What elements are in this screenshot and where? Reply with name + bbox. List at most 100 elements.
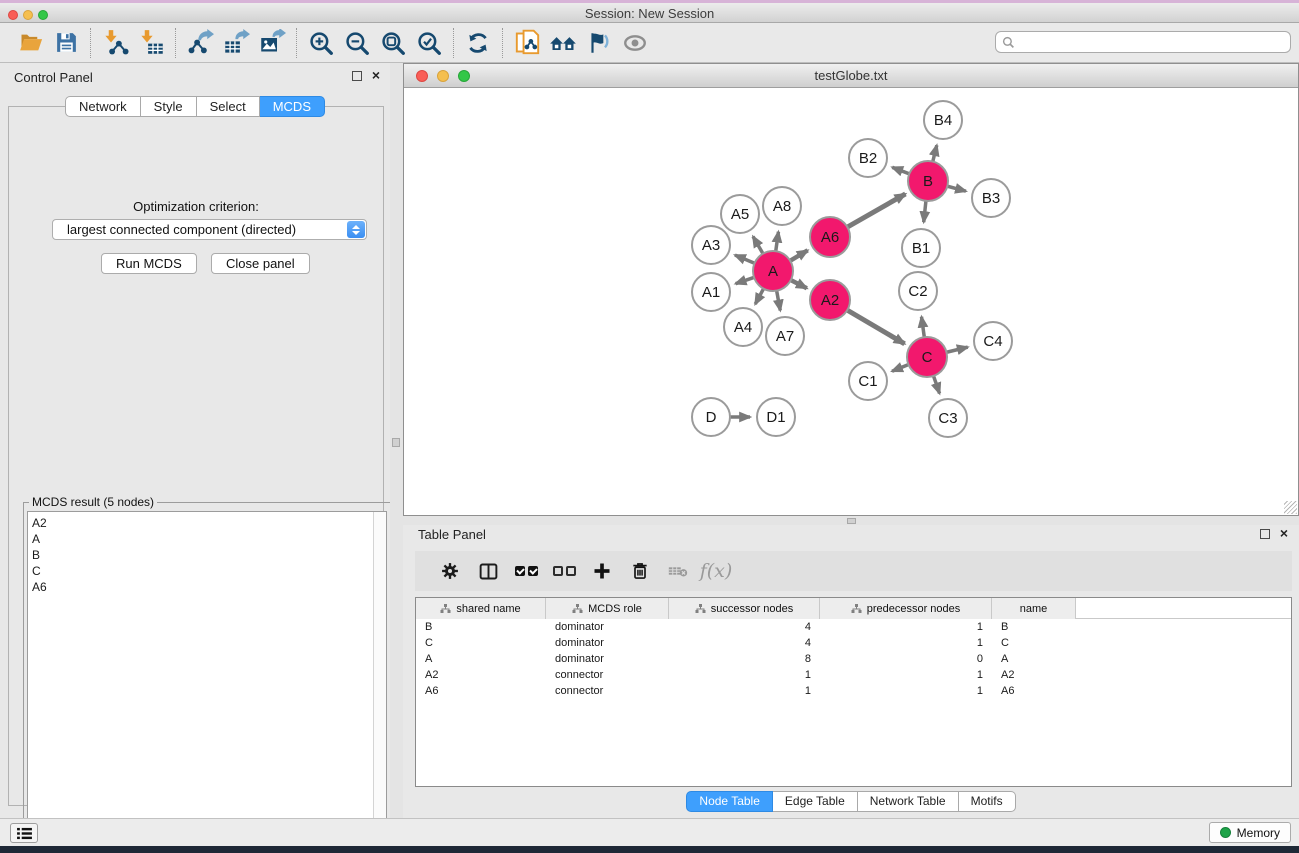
zoom-in-button[interactable] (303, 26, 339, 60)
level-of-detail-button[interactable] (617, 26, 653, 60)
column-header-MCDS-role[interactable]: MCDS role (546, 598, 669, 619)
memory-button[interactable]: Memory (1209, 822, 1291, 843)
tab-node-table[interactable]: Node Table (686, 791, 773, 812)
copy-network-button[interactable] (509, 26, 545, 60)
graph-node-label-C4: C4 (983, 333, 1002, 350)
graph-node-label-A: A (768, 263, 778, 280)
tab-mcds[interactable]: MCDS (260, 96, 325, 117)
zoom-out-icon (344, 30, 370, 56)
tab-network-table[interactable]: Network Table (858, 791, 959, 812)
table-row[interactable]: Bdominator41B (416, 619, 1291, 635)
table-settings-button[interactable] (431, 555, 469, 587)
export-network-button[interactable] (182, 26, 218, 60)
mcds-result-item[interactable]: A (32, 531, 386, 547)
gear-icon (440, 561, 460, 581)
optimization-criterion-select[interactable]: largest connected component (directed) (52, 219, 367, 240)
apply-layout-button[interactable] (460, 26, 496, 60)
table-cell: C (992, 635, 1076, 651)
column-header-name[interactable]: name (992, 598, 1076, 619)
table-cell: A2 (416, 667, 546, 683)
export-image-icon (259, 29, 286, 56)
search-input[interactable] (995, 31, 1291, 53)
mcds-result-item[interactable]: A6 (32, 579, 386, 595)
result-scrollbar[interactable] (373, 512, 386, 839)
mcds-panel: Optimization criterion: largest connecte… (8, 106, 384, 806)
table-panel: Table Panel × (403, 525, 1299, 818)
import-table-icon (138, 29, 165, 56)
tab-edge-table[interactable]: Edge Table (773, 791, 858, 812)
copy-network-icon (514, 29, 541, 56)
save-floppy-icon (54, 30, 79, 55)
network-window-titlebar[interactable]: testGlobe.txt (404, 64, 1298, 88)
save-session-button[interactable] (48, 26, 84, 60)
float-panel-icon[interactable] (1260, 529, 1270, 539)
application-window: Session: New Session (0, 0, 1299, 853)
table-cell: 1 (820, 635, 992, 651)
network-canvas[interactable]: AA6A2BCA5A8A3A1A4A7B2B4B3B1C2C4C1C3DD1 (404, 88, 1298, 515)
close-panel-icon[interactable]: × (372, 67, 380, 83)
table-cell: C (416, 635, 546, 651)
task-history-button[interactable] (10, 823, 38, 843)
close-panel-icon[interactable]: × (1280, 525, 1288, 541)
graph-node-label-C2: C2 (908, 283, 927, 300)
open-session-button[interactable] (12, 26, 48, 60)
import-network-button[interactable] (97, 26, 133, 60)
home-view-button[interactable] (545, 26, 581, 60)
panel-splitter-vertical[interactable] (390, 63, 403, 818)
delete-table-button[interactable] (659, 555, 697, 587)
zoom-fit-button[interactable] (375, 26, 411, 60)
window-resize-grip[interactable] (1284, 501, 1297, 514)
zoom-fit-icon (380, 30, 406, 56)
app-titlebar[interactable]: Session: New Session (0, 3, 1299, 23)
select-all-rows-button[interactable] (507, 555, 545, 587)
open-folder-icon (17, 29, 44, 56)
splitter-handle[interactable] (392, 438, 400, 447)
hide-annotations-button[interactable] (581, 26, 617, 60)
tab-network[interactable]: Network (65, 96, 141, 117)
tab-motifs[interactable]: Motifs (959, 791, 1016, 812)
delete-column-button[interactable] (621, 555, 659, 587)
hierarchy-icon (440, 604, 451, 614)
mcds-result-item[interactable]: C (32, 563, 386, 579)
table-type-tabs: Node TableEdge TableNetwork TableMotifs (403, 791, 1299, 812)
panel-splitter-horizontal[interactable] (403, 516, 1299, 525)
splitter-handle[interactable] (847, 518, 856, 524)
close-panel-button[interactable]: Close panel (211, 253, 310, 274)
mcds-result-item[interactable]: B (32, 547, 386, 563)
tab-select[interactable]: Select (197, 96, 260, 117)
export-image-button[interactable] (254, 26, 290, 60)
mcds-result-item[interactable]: A2 (32, 515, 386, 531)
table-row[interactable]: A2connector11A2 (416, 667, 1291, 683)
table-cell: B (992, 619, 1076, 635)
export-table-button[interactable] (218, 26, 254, 60)
tab-style[interactable]: Style (141, 96, 197, 117)
control-panel-header: Control Panel × (0, 63, 390, 89)
import-table-button[interactable] (133, 26, 169, 60)
zoom-out-button[interactable] (339, 26, 375, 60)
control-panel: Control Panel × NetworkStyleSelectMCDS O… (0, 63, 390, 818)
mcds-result-list[interactable]: A2ABCA6 (27, 511, 387, 840)
zoom-selected-button[interactable] (411, 26, 447, 60)
function-builder-button[interactable]: f(x) (697, 555, 735, 587)
table-row[interactable]: Adominator80A (416, 651, 1291, 667)
table-cell: B (416, 619, 546, 635)
hierarchy-icon (851, 604, 862, 614)
float-panel-icon[interactable] (352, 71, 362, 81)
run-mcds-button[interactable]: Run MCDS (101, 253, 197, 274)
table-row[interactable]: Cdominator41C (416, 635, 1291, 651)
refresh-icon (465, 30, 491, 56)
table-cell: 1 (820, 619, 992, 635)
column-header-shared-name[interactable]: shared name (416, 598, 546, 619)
table-cell: dominator (546, 619, 669, 635)
column-header-successor-nodes[interactable]: successor nodes (669, 598, 820, 619)
network-view-window: testGlobe.txt AA6A2BCA5A8A3A1A4A7B2B4B3B… (403, 63, 1299, 516)
table-cell: connector (546, 667, 669, 683)
column-header-predecessor-nodes[interactable]: predecessor nodes (820, 598, 992, 619)
create-column-button[interactable] (583, 555, 621, 587)
table-row[interactable]: A6connector11A6 (416, 683, 1291, 699)
deselect-all-rows-button[interactable] (545, 555, 583, 587)
flag-icon (586, 30, 612, 56)
graph-node-label-A3: A3 (702, 237, 720, 254)
split-columns-icon (478, 561, 499, 582)
show-column-panel-button[interactable] (469, 555, 507, 587)
